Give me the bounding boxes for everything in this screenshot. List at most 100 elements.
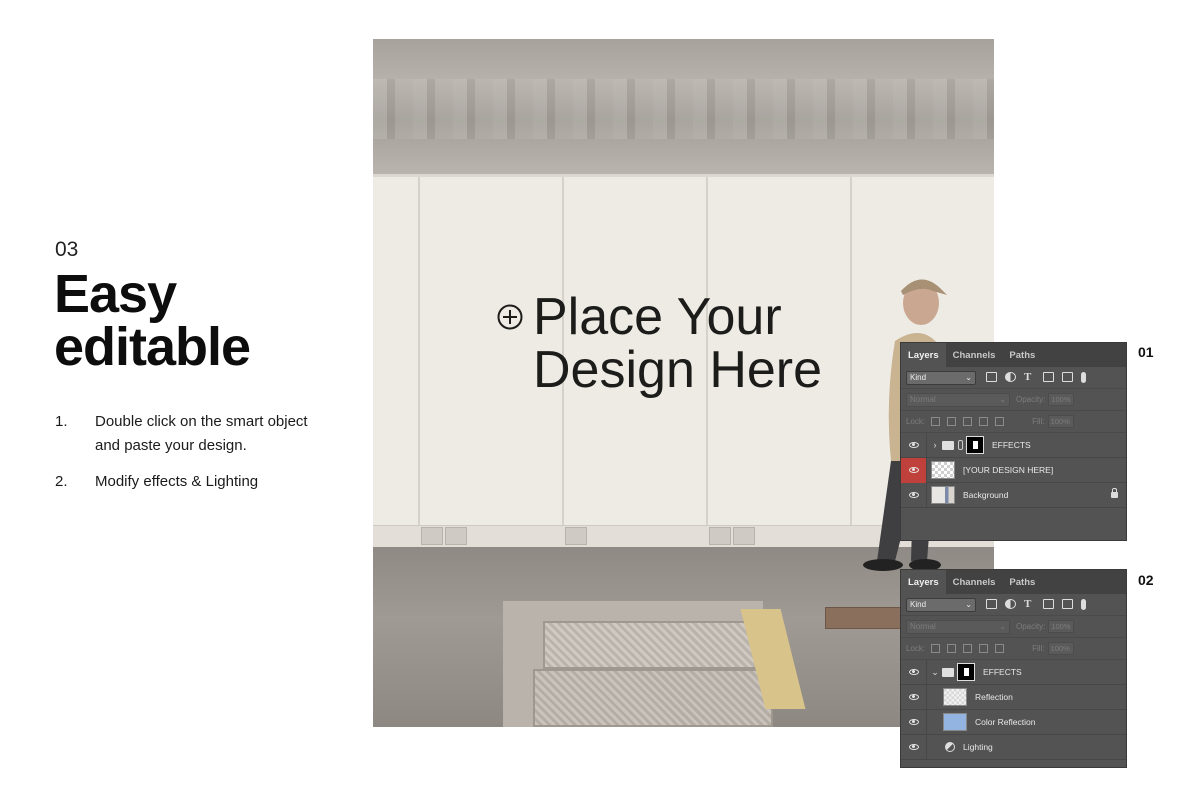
- tab-layers[interactable]: Layers: [901, 570, 946, 594]
- tab-layers[interactable]: Layers: [901, 343, 946, 367]
- filter-toggle-icon[interactable]: [1081, 372, 1086, 383]
- tab-channels[interactable]: Channels: [946, 570, 1003, 594]
- chevron-down-icon[interactable]: ⌄: [930, 667, 940, 678]
- layer-row[interactable]: Background: [901, 482, 1126, 508]
- fill-label: Fill:: [1032, 644, 1045, 653]
- eye-icon[interactable]: [908, 744, 919, 750]
- shape-filter-icon[interactable]: [1043, 599, 1054, 609]
- lock-move-icon[interactable]: [963, 417, 973, 426]
- layers-panel-01: Layers Channels Paths Kind ⌄ T Normal ⌄ Op…: [900, 342, 1127, 541]
- blend-row: Normal ⌄ Opacity: 100%: [901, 389, 1126, 411]
- layer-row[interactable]: Reflection: [901, 684, 1126, 710]
- lock-label: Lock:: [906, 644, 926, 653]
- lock-transparent-icon[interactable]: [931, 644, 941, 653]
- smart-object-filter-icon[interactable]: [1062, 599, 1073, 609]
- layer-name: [YOUR DESIGN HERE]: [963, 465, 1054, 475]
- panel-label-01: 01: [1138, 344, 1154, 360]
- blend-mode-select[interactable]: Normal ⌄: [906, 619, 1010, 634]
- blend-row: Normal ⌄ Opacity: 100%: [901, 616, 1126, 638]
- folder-icon: [942, 440, 954, 450]
- instruction-text: Modify effects & Lighting: [95, 473, 259, 490]
- lock-all-icon[interactable]: [995, 644, 1005, 653]
- lock-transparent-icon[interactable]: [931, 417, 941, 426]
- lock-paint-icon[interactable]: [947, 417, 957, 426]
- eye-icon[interactable]: [908, 719, 919, 725]
- color-reflection-thumbnail[interactable]: [943, 713, 967, 731]
- opacity-label: Opacity:: [1016, 395, 1046, 404]
- kind-label: Kind: [910, 600, 927, 609]
- image-filter-icon[interactable]: [986, 599, 997, 609]
- chevron-down-icon: ⌄: [965, 600, 972, 609]
- tab-paths[interactable]: Paths: [1002, 343, 1042, 367]
- instruction-item: 1. Double click on the smart object and …: [55, 410, 335, 458]
- layer-name: Lighting: [963, 742, 993, 752]
- lock-artboard-icon[interactable]: [979, 644, 989, 653]
- instruction-number: 2.: [55, 473, 68, 490]
- chevron-down-icon: ⌄: [999, 395, 1006, 404]
- layer-row[interactable]: Lighting: [901, 734, 1126, 760]
- fill-field[interactable]: 100%: [1047, 415, 1074, 428]
- lock-paint-icon[interactable]: [947, 644, 957, 653]
- layer-name: Color Reflection: [975, 717, 1036, 727]
- mask-thumbnail[interactable]: [957, 663, 975, 681]
- kind-filter-select[interactable]: Kind ⌄: [906, 370, 976, 385]
- adjustment-filter-icon[interactable]: [1005, 372, 1016, 382]
- lock-row: Lock: Fill: 100%: [901, 638, 1126, 660]
- instruction-text: Double click on the smart object and pas…: [95, 413, 308, 454]
- panel-label-02: 02: [1138, 572, 1154, 588]
- filter-row: Kind ⌄ T: [901, 367, 1126, 389]
- chevron-down-icon: ⌄: [965, 373, 972, 382]
- fill-field[interactable]: 100%: [1047, 642, 1074, 655]
- layers-panel-02: Layers Channels Paths Kind ⌄ T Normal ⌄ Op…: [900, 569, 1127, 768]
- lock-move-icon[interactable]: [963, 644, 973, 653]
- mask-thumbnail[interactable]: [966, 436, 984, 454]
- section-title: Easy editable: [54, 264, 251, 377]
- layer-row[interactable]: [YOUR DESIGN HERE]: [901, 457, 1126, 483]
- eye-icon[interactable]: [908, 669, 919, 675]
- filter-row: Kind ⌄ T: [901, 594, 1126, 616]
- lock-icon: [1111, 488, 1118, 498]
- type-filter-icon[interactable]: T: [1024, 599, 1035, 610]
- eye-icon[interactable]: [908, 694, 919, 700]
- lock-artboard-icon[interactable]: [979, 417, 989, 426]
- kind-label: Kind: [910, 373, 927, 382]
- design-placeholder[interactable]: Place Your Design Here: [497, 291, 822, 397]
- metal-grate: [533, 669, 773, 727]
- eye-icon[interactable]: [908, 467, 919, 473]
- plus-circle-icon: [497, 304, 523, 330]
- background-thumbnail[interactable]: [931, 486, 955, 504]
- lock-row: Lock: Fill: 100%: [901, 411, 1126, 433]
- chevron-right-icon[interactable]: ›: [930, 440, 940, 450]
- step-number: 03: [55, 238, 79, 261]
- smart-object-thumbnail[interactable]: [931, 461, 955, 479]
- eye-icon[interactable]: [908, 492, 919, 498]
- smart-object-filter-icon[interactable]: [1062, 372, 1073, 382]
- opacity-field[interactable]: 100%: [1048, 620, 1075, 633]
- opacity-field[interactable]: 100%: [1048, 393, 1075, 406]
- opacity-label: Opacity:: [1016, 622, 1046, 631]
- tab-channels[interactable]: Channels: [946, 343, 1003, 367]
- image-filter-icon[interactable]: [986, 372, 997, 382]
- blend-mode-select[interactable]: Normal ⌄: [906, 392, 1010, 407]
- lock-all-icon[interactable]: [995, 417, 1005, 426]
- adjustment-filter-icon[interactable]: [1005, 599, 1016, 609]
- shape-filter-icon[interactable]: [1043, 372, 1054, 382]
- layer-name: EFFECTS: [983, 667, 1022, 677]
- layer-row[interactable]: ⌄ EFFECTS: [901, 659, 1126, 685]
- layer-row[interactable]: › EFFECTS: [901, 432, 1126, 458]
- tab-paths[interactable]: Paths: [1002, 570, 1042, 594]
- concrete-wall-top: [373, 39, 994, 174]
- reflection-thumbnail[interactable]: [943, 688, 967, 706]
- lock-label: Lock:: [906, 417, 926, 426]
- layer-name: Reflection: [975, 692, 1013, 702]
- layer-row[interactable]: Color Reflection: [901, 709, 1126, 735]
- instruction-item: 2. Modify effects & Lighting: [55, 470, 335, 494]
- eye-icon[interactable]: [908, 442, 919, 448]
- kind-filter-select[interactable]: Kind ⌄: [906, 597, 976, 612]
- panel-tabs: Layers Channels Paths: [901, 570, 1126, 594]
- placeholder-text: Place Your Design Here: [533, 288, 823, 399]
- instructions-list: 1. Double click on the smart object and …: [55, 410, 335, 506]
- link-icon[interactable]: [958, 440, 963, 450]
- filter-toggle-icon[interactable]: [1081, 599, 1086, 610]
- type-filter-icon[interactable]: T: [1024, 372, 1035, 383]
